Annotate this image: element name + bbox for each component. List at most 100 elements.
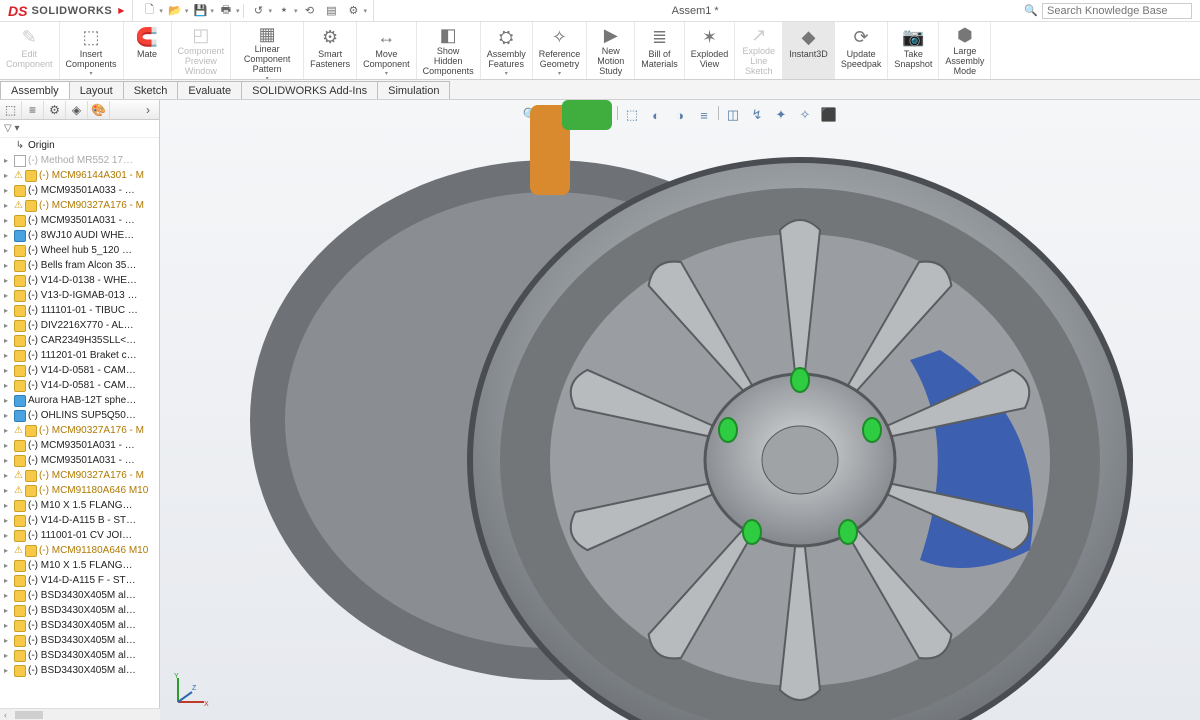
- save-button[interactable]: 💾: [190, 2, 210, 20]
- tree-item[interactable]: ▸ ⚠ (-) MCM91180A646 M10: [0, 483, 159, 498]
- tree-item[interactable]: ▸ ⚠ (-) MCM90327A176 - M: [0, 423, 159, 438]
- expand-icon[interactable]: ▸: [4, 336, 14, 345]
- expand-icon[interactable]: ▸: [4, 561, 14, 570]
- tree-item[interactable]: ▸ (-) M10 X 1.5 FLANGE NUT_S: [0, 498, 159, 513]
- tree-item[interactable]: ▸ (-) 111001-01 CV JOINT AUD: [0, 528, 159, 543]
- expand-icon[interactable]: ▸: [4, 156, 14, 165]
- tree-filter[interactable]: ▽ ▾: [0, 120, 159, 138]
- expand-icon[interactable]: ▸: [4, 306, 14, 315]
- tab-sketch[interactable]: Sketch: [123, 81, 179, 99]
- ribbon-linear-pattern[interactable]: ▦ Linear ComponentPattern ▾: [231, 22, 304, 79]
- tree-item[interactable]: ▸ (-) 111201-01 Braket caliper A: [0, 348, 159, 363]
- undo-button[interactable]: ↺: [248, 2, 268, 20]
- ribbon-reference-geometry[interactable]: ✧ ReferenceGeometry ▾: [533, 22, 588, 79]
- feature-tree-tab[interactable]: ⬚: [0, 101, 22, 119]
- tab-layout[interactable]: Layout: [69, 81, 124, 99]
- expand-icon[interactable]: ▸: [4, 186, 14, 195]
- tab-evaluate[interactable]: Evaluate: [177, 81, 242, 99]
- appearance-tab[interactable]: 🎨: [88, 101, 110, 119]
- ribbon-bom[interactable]: ≣ Bill ofMaterials: [635, 22, 685, 79]
- tree-item[interactable]: ▸ ⚠ (-) MCM91180A646 M10: [0, 543, 159, 558]
- tab-simulation[interactable]: Simulation: [377, 81, 450, 99]
- expand-icon[interactable]: ▸: [4, 651, 14, 660]
- tree-item[interactable]: ▸ (-) BSD3430X405M alcon bra: [0, 633, 159, 648]
- expand-icon[interactable]: ▸: [4, 291, 14, 300]
- tree-item[interactable]: ▸ (-) V13-D-IGMAB-013 - WHE: [0, 288, 159, 303]
- ribbon-mate[interactable]: 🧲 Mate: [124, 22, 172, 79]
- tree-item[interactable]: ▸ (-) V14-D-0138 - WHEEL STU: [0, 273, 159, 288]
- tree-item[interactable]: ▸ (-) OHLINS SUP5Q50 FRONT: [0, 408, 159, 423]
- expand-icon[interactable]: ▸: [4, 666, 14, 675]
- ribbon-instant3d[interactable]: ◆ Instant3D: [783, 22, 835, 79]
- tree-item[interactable]: ▸ (-) BSD3430X405M alcon bra: [0, 663, 159, 678]
- ribbon-smart-fasteners[interactable]: ⚙ SmartFasteners: [304, 22, 357, 79]
- display-tab[interactable]: ◈: [66, 101, 88, 119]
- expand-icon[interactable]: ▸: [4, 396, 14, 405]
- expand-icon[interactable]: ▸: [4, 591, 14, 600]
- expand-icon[interactable]: ▸: [4, 621, 14, 630]
- expand-icon[interactable]: ▸: [4, 216, 14, 225]
- expand-icon[interactable]: ▸: [4, 501, 14, 510]
- tree-item[interactable]: ▸ ⚠ (-) MCM96144A301 - M: [0, 168, 159, 183]
- tree-item[interactable]: ▸ (-) MCM93501A031 - M10 SE: [0, 213, 159, 228]
- tree-item[interactable]: ▸ (-) BSD3430X405M alcon bra: [0, 618, 159, 633]
- expand-icon[interactable]: ▸: [4, 606, 14, 615]
- ribbon-insert-components[interactable]: ⬚ InsertComponents ▾: [60, 22, 124, 79]
- expand-icon[interactable]: ▸: [4, 276, 14, 285]
- tab-assembly[interactable]: Assembly: [0, 81, 70, 99]
- ribbon-update-speedpak[interactable]: ⟳ UpdateSpeedpak: [835, 22, 889, 79]
- tree-item[interactable]: ▸ Aurora HAB-12T spherical: [0, 393, 159, 408]
- orientation-triad[interactable]: Y X Z: [170, 670, 210, 710]
- ribbon-assembly-features[interactable]: ⛭ AssemblyFeatures ▾: [481, 22, 533, 79]
- print-button[interactable]: 🖶: [216, 2, 236, 20]
- expand-icon[interactable]: ▸: [4, 246, 14, 255]
- tree-item[interactable]: ▸ (-) V14-D-0581 - CAMBER W: [0, 378, 159, 393]
- ribbon-large-assembly[interactable]: ⬢ LargeAssemblyMode: [939, 22, 991, 79]
- new-doc-button[interactable]: 🗋: [139, 2, 159, 20]
- tree-item[interactable]: ▸ (-) BSD3430X405M alcon bra: [0, 603, 159, 618]
- ribbon-take-snapshot[interactable]: 📷 TakeSnapshot: [888, 22, 939, 79]
- tree-horizontal-scrollbar[interactable]: ‹: [0, 708, 160, 720]
- tree-item[interactable]: ▸ (-) CAR2349H35SLL<1> (De: [0, 333, 159, 348]
- expand-icon[interactable]: ▸: [4, 531, 14, 540]
- expand-icon[interactable]: ▸: [4, 381, 14, 390]
- expand-icon[interactable]: ▸: [4, 516, 14, 525]
- expand-icon[interactable]: ▸: [4, 471, 14, 480]
- graphics-viewport[interactable]: 🔍🔎◯◻⬚◐◑≡◫↯✦✧⬛: [160, 100, 1200, 720]
- tree-item[interactable]: ▸ (-) V14-D-A115 B - STEERING: [0, 513, 159, 528]
- tree-item[interactable]: ▸ ⚠ (-) MCM90327A176 - M: [0, 198, 159, 213]
- tab-solidworks-add-ins[interactable]: SOLIDWORKS Add-Ins: [241, 81, 378, 99]
- expand-icon[interactable]: ▸: [4, 351, 14, 360]
- expand-icon[interactable]: ▸: [4, 411, 14, 420]
- expand-icon[interactable]: ▸: [4, 441, 14, 450]
- tree-item[interactable]: ▸ (-) Wheel hub 5_120 Rc<1> (: [0, 243, 159, 258]
- tree-item[interactable]: ▸ (-) M10 X 1.5 FLANGE NUT_S: [0, 558, 159, 573]
- ribbon-move-component[interactable]: ↔ MoveComponent ▾: [357, 22, 417, 79]
- expand-icon[interactable]: ▸: [4, 636, 14, 645]
- tree-item[interactable]: ▸ (-) DIV2216X770 - ALCON BR: [0, 318, 159, 333]
- ribbon-exploded-view[interactable]: ✶ ExplodedView: [685, 22, 736, 79]
- property-tab[interactable]: ≡: [22, 101, 44, 119]
- app-logo[interactable]: DS SOLIDWORKS ▶: [0, 0, 133, 21]
- expand-icon[interactable]: ▸: [4, 456, 14, 465]
- tree-item[interactable]: ▸ (-) V14-D-0581 - CAMBER W: [0, 363, 159, 378]
- scroll-thumb[interactable]: [15, 711, 43, 719]
- tree-item[interactable]: ▸ (-) V14-D-A115 F - STEERING: [0, 573, 159, 588]
- tree-item[interactable]: ▸ (-) Bells fram Alcon 355 5_12: [0, 258, 159, 273]
- tree-item[interactable]: ▸ ⚠ (-) MCM90327A176 - M: [0, 468, 159, 483]
- open-button[interactable]: 📂: [165, 2, 185, 20]
- tree-item[interactable]: ▸ (-) MCM93501A031 - M10 SE: [0, 453, 159, 468]
- options-button[interactable]: ⚙: [343, 2, 363, 20]
- expand-icon[interactable]: ▸: [4, 546, 14, 555]
- tree-item[interactable]: ▸ (-) MCM93501A033 - M12 SE: [0, 183, 159, 198]
- config-tab[interactable]: ⚙: [44, 101, 66, 119]
- view-button[interactable]: ▤: [321, 2, 341, 20]
- expand-icon[interactable]: ▸: [4, 201, 14, 210]
- expand-icon[interactable]: ▸: [4, 486, 14, 495]
- expand-icon[interactable]: ›: [137, 101, 159, 119]
- expand-icon[interactable]: ▸: [4, 261, 14, 270]
- tree-item[interactable]: ▸ (-) MCM93501A031 - M10 SE: [0, 438, 159, 453]
- tree-item[interactable]: ▸ (-) BSD3430X405M alcon bra: [0, 648, 159, 663]
- tree-item[interactable]: ▸ (-) Method MR552 17x8.0 5x1: [0, 153, 159, 168]
- ribbon-new-motion[interactable]: ▶ NewMotionStudy: [587, 22, 635, 79]
